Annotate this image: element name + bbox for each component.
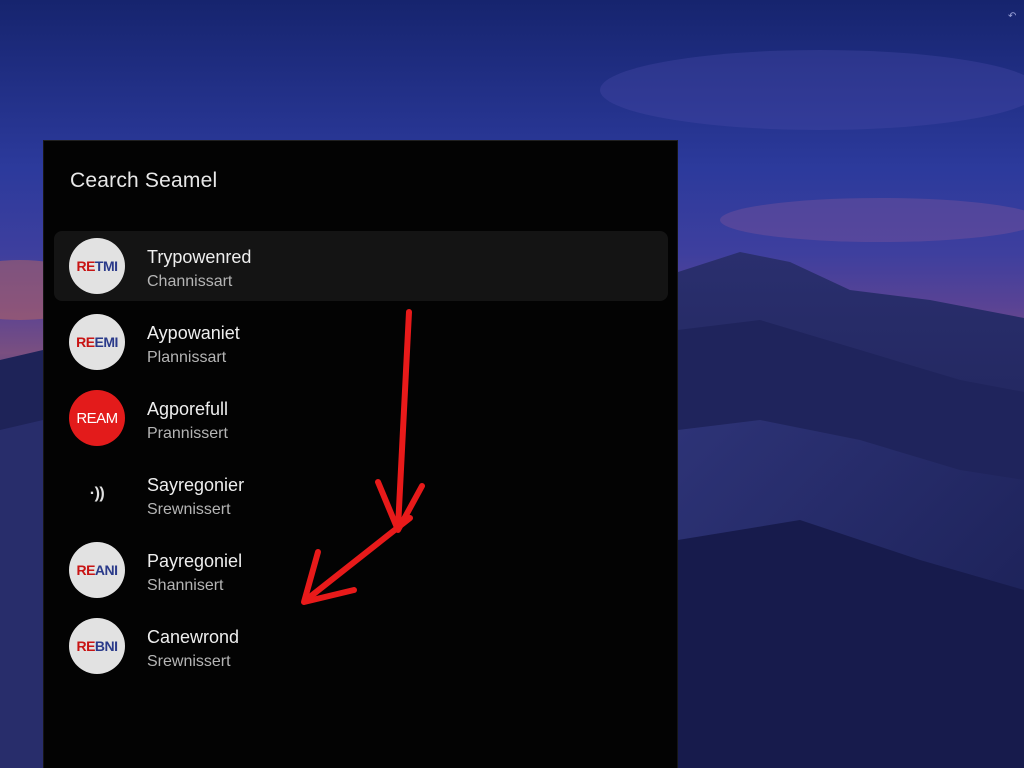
result-subtitle: Plannissart	[147, 349, 227, 366]
result-subtitle: Srewnissert	[147, 501, 231, 518]
app-logo-icon: RE ANI	[69, 542, 125, 598]
signal-waves-icon: ·))	[69, 466, 125, 522]
app-logo-icon: RE EMI	[69, 314, 125, 370]
logo-text-a: RE	[76, 562, 95, 578]
logo-text-a: RE	[76, 334, 95, 350]
result-item-5[interactable]: RE ANI Payregoniel Shannisert	[54, 535, 668, 605]
result-item-4[interactable]: ·)) Sayregonier Srewnissert	[54, 459, 668, 529]
result-item-2[interactable]: RE EMI Aypowaniet Plannissart	[54, 307, 668, 377]
result-subtitle: Prannissert	[147, 425, 228, 442]
logo-text-b: TMI	[94, 258, 118, 274]
logo-text-a: RE	[76, 638, 95, 654]
logo-text-b: ANI	[94, 562, 118, 578]
signal-glyph: ·))	[89, 485, 105, 502]
result-title: Sayregonier	[147, 475, 245, 495]
result-title: Agporefull	[147, 399, 229, 419]
logo-text-a: REAM	[76, 409, 118, 427]
result-title: Trypowenred	[147, 247, 252, 267]
result-item-6[interactable]: RE BNI Canewrond Srewnissert	[54, 611, 668, 681]
result-title: Aypowaniet	[147, 323, 240, 343]
result-item-1[interactable]: RE TMI Trypowenred Channissart	[54, 231, 668, 301]
app-logo-icon: RE BNI	[69, 618, 125, 674]
panel-title: Cearch Seamel	[70, 169, 218, 192]
search-panel: Cearch Seamel RE TMI Trypowenred Channiss…	[43, 140, 678, 768]
result-subtitle: Shannisert	[147, 577, 224, 594]
result-item-3[interactable]: REAM Agporefull Prannissert	[54, 383, 668, 453]
logo-text-b: EMI	[94, 334, 119, 350]
logo-text-a: RE	[76, 258, 95, 274]
result-subtitle: Channissart	[147, 273, 233, 290]
desktop: ↶ Cearch Seamel RE TMI Trypowenred Channi…	[0, 0, 1024, 768]
app-logo-icon: REAM	[69, 390, 125, 446]
app-logo-icon: RE TMI	[69, 238, 125, 294]
result-title: Canewrond	[147, 627, 240, 647]
result-title: Payregoniel	[147, 551, 243, 571]
results-list: RE TMI Trypowenred Channissart RE EMI Aypo…	[54, 231, 668, 687]
swipe-corner-icon[interactable]: ↶	[1008, 12, 1018, 22]
result-subtitle: Srewnissert	[147, 653, 231, 670]
logo-text-b: BNI	[94, 638, 118, 654]
